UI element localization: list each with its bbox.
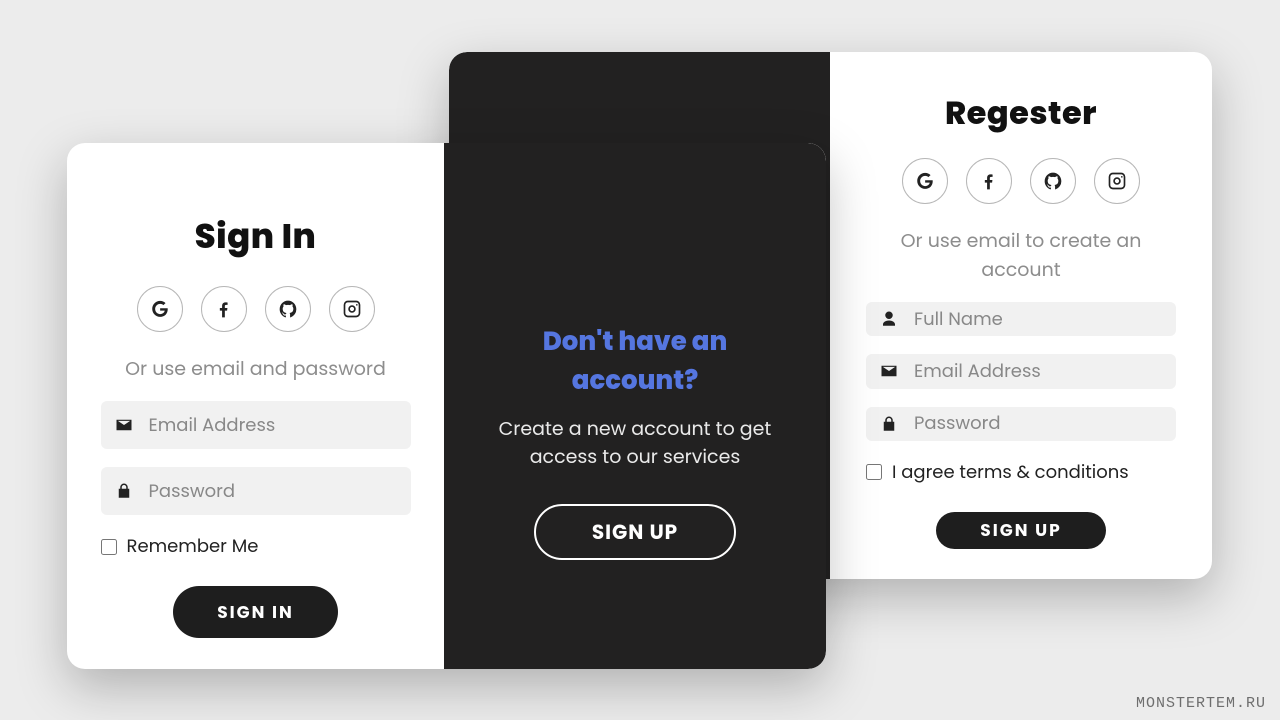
- signin-submit-button[interactable]: SIGN IN: [173, 586, 338, 638]
- google-icon[interactable]: [137, 286, 183, 332]
- fullname-field-wrap: [866, 302, 1176, 336]
- register-password-field-wrap: [866, 407, 1176, 441]
- github-icon[interactable]: [265, 286, 311, 332]
- promo-signup-button[interactable]: SIGN UP: [534, 504, 736, 560]
- register-email-field-wrap: [866, 354, 1176, 388]
- remember-label: Remember Me: [127, 533, 259, 560]
- register-submit-button[interactable]: SIGN UP: [936, 512, 1105, 549]
- signin-email-field-wrap: [101, 401, 411, 449]
- register-social-row: [902, 158, 1140, 204]
- signin-password-field-wrap: [101, 467, 411, 515]
- remember-row[interactable]: Remember Me: [101, 533, 411, 560]
- terms-label: I agree terms & conditions: [892, 459, 1129, 486]
- instagram-icon[interactable]: [1094, 158, 1140, 204]
- google-icon[interactable]: [902, 158, 948, 204]
- signin-title: Sign In: [195, 211, 317, 262]
- promo-panel: Don't have an account? Create a new acco…: [444, 143, 826, 669]
- signin-social-row: [137, 286, 375, 332]
- lock-icon: [115, 482, 133, 500]
- facebook-icon[interactable]: [201, 286, 247, 332]
- terms-row[interactable]: I agree terms & conditions: [866, 459, 1176, 486]
- terms-checkbox[interactable]: [866, 464, 882, 480]
- signin-form: Sign In Or use email and password: [67, 143, 444, 669]
- register-form: Regester Or use email to create an accou…: [830, 52, 1212, 579]
- signin-card: Sign In Or use email and password: [67, 143, 826, 669]
- instagram-icon[interactable]: [329, 286, 375, 332]
- envelope-icon: [115, 416, 133, 434]
- facebook-icon[interactable]: [966, 158, 1012, 204]
- lock-icon: [880, 415, 898, 433]
- register-hint: Or use email to create an account: [868, 226, 1174, 284]
- fullname-input[interactable]: [914, 306, 1212, 333]
- register-title: Regester: [945, 90, 1097, 138]
- envelope-icon: [880, 362, 898, 380]
- promo-title: Don't have an account?: [480, 323, 790, 401]
- watermark: MONSTERTEM.RU: [1136, 695, 1266, 712]
- register-password-input[interactable]: [914, 410, 1212, 437]
- github-icon[interactable]: [1030, 158, 1076, 204]
- promo-subtitle: Create a new account to get access to ou…: [480, 415, 790, 470]
- remember-checkbox[interactable]: [101, 539, 117, 555]
- register-email-input[interactable]: [914, 358, 1212, 385]
- signin-hint: Or use email and password: [125, 354, 386, 383]
- user-icon: [880, 310, 898, 328]
